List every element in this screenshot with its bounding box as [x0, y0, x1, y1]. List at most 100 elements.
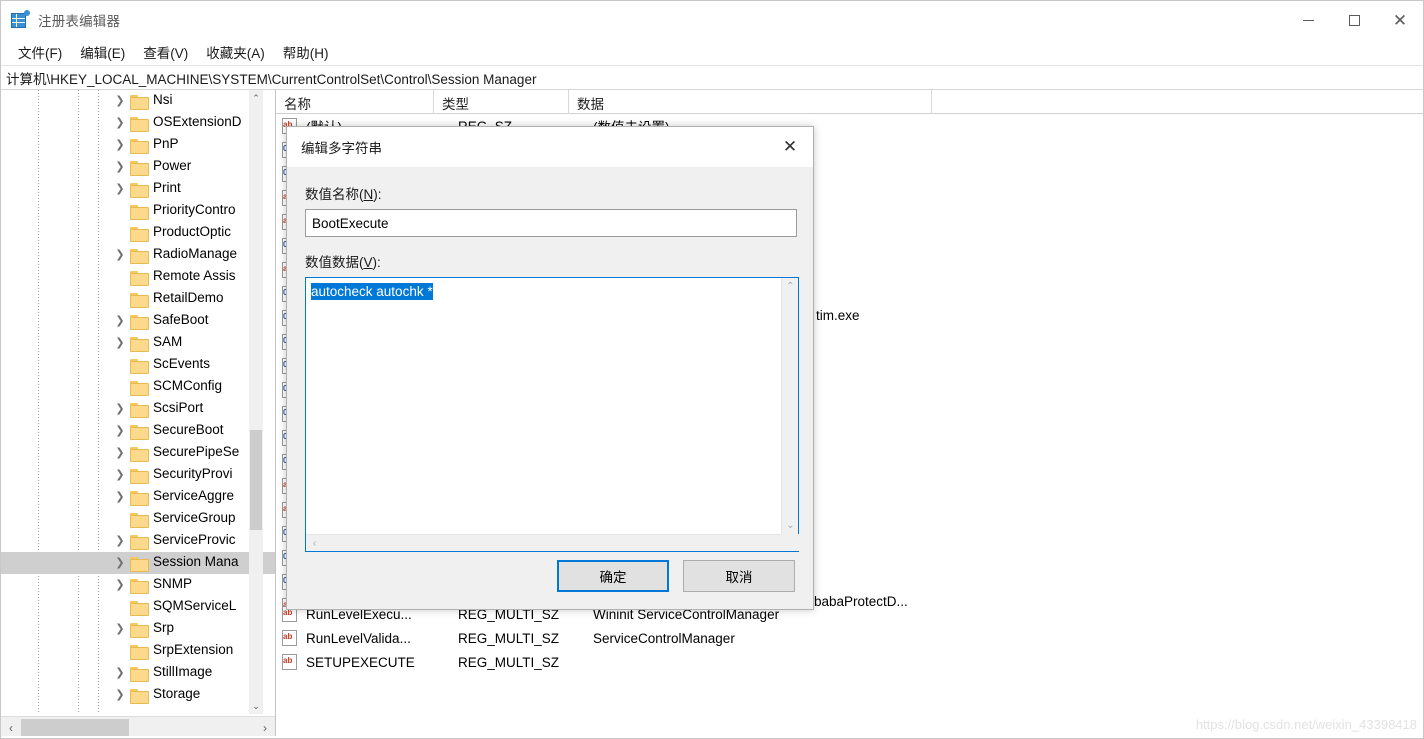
folder-icon — [130, 182, 149, 198]
tree-item-storage[interactable]: ❯ Storage — [1, 684, 275, 706]
address-bar[interactable]: 计算机\HKEY_LOCAL_MACHINE\SYSTEM\CurrentCon… — [1, 65, 1423, 90]
chevron-right-icon[interactable]: ❯ — [114, 161, 126, 173]
folder-icon — [130, 490, 149, 506]
chevron-right-icon[interactable]: ❯ — [114, 337, 126, 349]
chevron-right-icon[interactable]: ❯ — [114, 447, 126, 459]
tree-item-remote-assis[interactable]: Remote Assis — [1, 266, 275, 288]
menu-help[interactable]: 帮助(H) — [274, 39, 338, 65]
tree-vertical-scrollbar[interactable]: ⌃ ⌄ — [249, 90, 263, 714]
tree-item-sqmservicel[interactable]: SQMServiceL — [1, 596, 275, 618]
folder-icon — [130, 358, 149, 374]
chevron-right-icon[interactable]: ❯ — [114, 579, 126, 591]
textarea-scroll-down-arrow[interactable]: ⌄ — [782, 517, 799, 534]
tree-item-serviceprovic[interactable]: ❯ ServiceProvic — [1, 530, 275, 552]
value-name: SETUPEXECUTE — [306, 654, 415, 670]
chevron-right-icon[interactable]: ❯ — [114, 689, 126, 701]
tree-item-safeboot[interactable]: ❯ SafeBoot — [1, 310, 275, 332]
chevron-right-icon[interactable]: ❯ — [114, 469, 126, 481]
tree-item-nsi[interactable]: ❯ Nsi — [1, 90, 275, 112]
tree-scroll-thumb[interactable] — [250, 430, 262, 530]
chevron-right-icon[interactable]: ❯ — [114, 183, 126, 195]
tree-item-session-mana[interactable]: ❯ Session Mana — [1, 552, 275, 574]
tree-item-prioritycontro[interactable]: PriorityContro — [1, 200, 275, 222]
chevron-right-icon[interactable]: ❯ — [114, 117, 126, 129]
tree-item-stillimage[interactable]: ❯ StillImage — [1, 662, 275, 684]
chevron-right-icon[interactable]: ❯ — [114, 557, 126, 569]
ok-button[interactable]: 确定 — [557, 560, 669, 592]
row-data-fragment-tim-exe: tim.exe — [816, 308, 860, 323]
tree-hscroll-thumb[interactable] — [21, 719, 129, 736]
chevron-right-icon[interactable]: ❯ — [114, 95, 126, 107]
tree-item-securepipese[interactable]: ❯ SecurePipeSe — [1, 442, 275, 464]
value-data: ServiceControlManager — [593, 630, 735, 646]
menu-edit[interactable]: 编辑(E) — [71, 39, 134, 65]
value-type: REG_MULTI_SZ — [458, 654, 560, 670]
tree-item-snmp[interactable]: ❯ SNMP — [1, 574, 275, 596]
tree-scroll-left-arrow[interactable]: ‹ — [1, 721, 21, 735]
chevron-right-icon[interactable]: ❯ — [114, 403, 126, 415]
chevron-right-icon[interactable]: ❯ — [114, 491, 126, 503]
tree-item-label: SCMConfig — [153, 378, 223, 393]
chevron-right-icon[interactable]: ❯ — [114, 249, 126, 261]
tree-item-scmconfig[interactable]: SCMConfig — [1, 376, 275, 398]
chevron-right-icon[interactable]: ❯ — [114, 667, 126, 679]
list-row[interactable]: ab RunLevelValida... REG_MULTI_SZ ServiceCo… — [276, 626, 1423, 650]
tree-item-retaildemo[interactable]: RetailDemo — [1, 288, 275, 310]
tree-item-radiomanage[interactable]: ❯ RadioManage — [1, 244, 275, 266]
tree-item-print[interactable]: ❯ Print — [1, 178, 275, 200]
value-name: RunLevelValida... — [306, 630, 411, 646]
menu-view[interactable]: 查看(V) — [134, 39, 197, 65]
textarea-horizontal-scrollbar[interactable]: ‹ › — [306, 534, 800, 551]
column-header-data[interactable]: 数据 — [569, 90, 932, 114]
tree-item-label: RetailDemo — [153, 290, 224, 305]
folder-icon — [130, 534, 149, 550]
string-value-icon: ab — [282, 654, 299, 670]
close-icon: ✕ — [1392, 10, 1408, 30]
minimize-button[interactable] — [1285, 1, 1331, 39]
dialog-body: 数值名称(N): 数值数据(V): autocheck autochk * ⌃ … — [287, 167, 813, 552]
chevron-right-icon[interactable]: ❯ — [114, 535, 126, 547]
tree-item-secureboot[interactable]: ❯ SecureBoot — [1, 420, 275, 442]
tree-item-srpextension[interactable]: SrpExtension — [1, 640, 275, 662]
maximize-icon — [1348, 14, 1360, 26]
tree-item-sam[interactable]: ❯ SAM — [1, 332, 275, 354]
tree-item-srp[interactable]: ❯ Srp — [1, 618, 275, 640]
cancel-button[interactable]: 取消 — [683, 560, 795, 592]
tree-item-label: ScEvents — [153, 356, 211, 371]
chevron-right-icon[interactable]: ❯ — [114, 623, 126, 635]
value-data-textarea[interactable]: autocheck autochk * ⌃ ⌄ ‹ › — [305, 277, 800, 552]
textarea-scroll-left-arrow[interactable]: ‹ — [306, 535, 323, 552]
column-header-name[interactable]: 名称 — [276, 90, 434, 114]
tree-item-label: SNMP — [153, 576, 193, 591]
tree-item-securityprovi[interactable]: ❯ SecurityProvi — [1, 464, 275, 486]
tree-scroll-down-arrow[interactable]: ⌄ — [249, 698, 263, 714]
tree-item-scsiport[interactable]: ❯ ScsiPort — [1, 398, 275, 420]
tree-item-servicegroup[interactable]: ServiceGroup — [1, 508, 275, 530]
textarea-vertical-scrollbar[interactable]: ⌃ ⌄ — [781, 278, 798, 534]
chevron-right-icon[interactable]: ❯ — [114, 315, 126, 327]
column-header-type[interactable]: 类型 — [434, 90, 569, 114]
tree-horizontal-scrollbar[interactable]: ‹ › — [1, 716, 275, 738]
chevron-right-icon[interactable]: ❯ — [114, 425, 126, 437]
dialog-close-button[interactable]: ✕ — [767, 127, 813, 167]
menu-file[interactable]: 文件(F) — [9, 39, 71, 65]
maximize-button[interactable] — [1331, 1, 1377, 39]
folder-icon — [130, 622, 149, 638]
tree-scroll-up-arrow[interactable]: ⌃ — [249, 90, 263, 106]
tree-item-power[interactable]: ❯ Power — [1, 156, 275, 178]
close-button[interactable]: ✕ — [1377, 1, 1423, 39]
folder-icon — [130, 644, 149, 660]
watermark-text: https://blog.csdn.net/weixin_43398418 — [1195, 717, 1417, 732]
tree-scroll-right-arrow[interactable]: › — [255, 721, 275, 735]
textarea-scroll-up-arrow[interactable]: ⌃ — [782, 278, 799, 295]
tree-item-osextensiond[interactable]: ❯ OSExtensionD — [1, 112, 275, 134]
tree-item-label: SecureBoot — [153, 422, 224, 437]
chevron-right-icon[interactable]: ❯ — [114, 139, 126, 151]
tree-item-scevents[interactable]: ScEvents — [1, 354, 275, 376]
tree-item-serviceaggre[interactable]: ❯ ServiceAggre — [1, 486, 275, 508]
list-row[interactable]: ab SETUPEXECUTE REG_MULTI_SZ — [276, 650, 1423, 674]
value-name-input[interactable] — [305, 209, 797, 237]
tree-item-pnp[interactable]: ❯ PnP — [1, 134, 275, 156]
tree-item-productoptic[interactable]: ProductOptic — [1, 222, 275, 244]
menu-favorites[interactable]: 收藏夹(A) — [197, 39, 274, 65]
